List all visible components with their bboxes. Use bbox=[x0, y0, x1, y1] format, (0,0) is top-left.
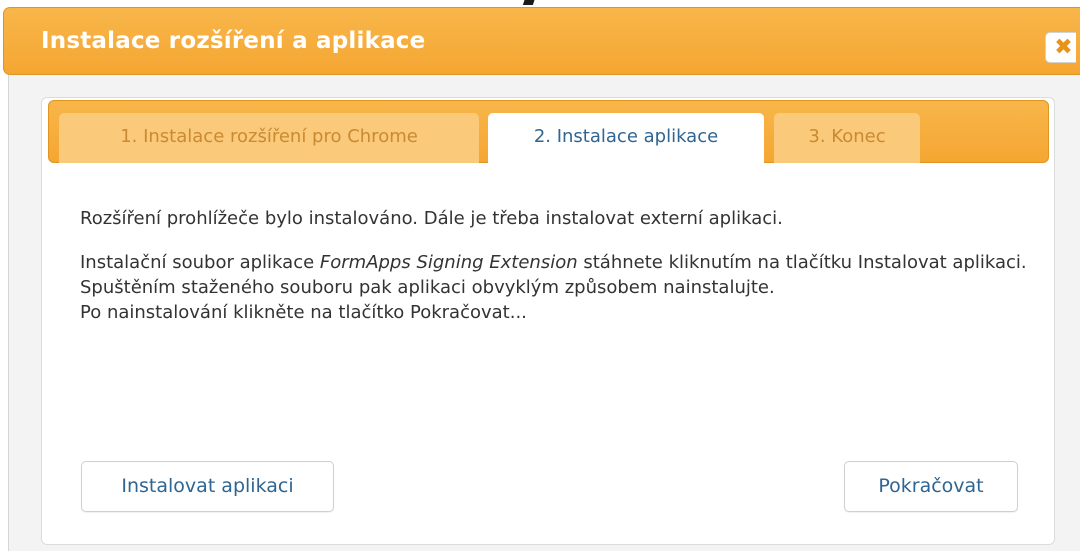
instructions-text: Rozšíření prohlížeče bylo instalováno. D… bbox=[80, 206, 1040, 325]
install-application-button[interactable]: Instalovat aplikaci bbox=[81, 461, 334, 512]
cropped-glyph-fragment bbox=[522, 0, 536, 5]
app-name: FormApps Signing Extension bbox=[319, 252, 578, 273]
tab-install-application[interactable]: 2. Instalace aplikace bbox=[488, 113, 764, 165]
wizard-tabs: 1. Instalace rozšíření pro Chrome 2. Ins… bbox=[48, 100, 1049, 165]
continue-instructions: Po nainstalování klikněte na tlačítko Po… bbox=[80, 302, 527, 323]
page: Instalace rozšíření a aplikace ✖ 1. Inst… bbox=[0, 0, 1080, 551]
close-button[interactable]: ✖ bbox=[1045, 32, 1076, 63]
download-instructions-prefix: Instalační soubor aplikace bbox=[80, 252, 320, 273]
continue-button[interactable]: Pokračovat bbox=[844, 461, 1018, 512]
dialog-title: Instalace rozšíření a aplikace bbox=[41, 28, 426, 54]
download-instructions: Instalační soubor aplikace FormApps Sign… bbox=[80, 250, 1040, 300]
close-icon: ✖ bbox=[1054, 35, 1073, 60]
tab-finish[interactable]: 3. Konec bbox=[774, 113, 920, 163]
content-panel: 1. Instalace rozšíření pro Chrome 2. Ins… bbox=[41, 97, 1055, 545]
dialog-titlebar: Instalace rozšíření a aplikace bbox=[3, 7, 1080, 75]
extension-installed-message: Rozšíření prohlížeče bylo instalováno. D… bbox=[80, 208, 783, 229]
tab-install-extension[interactable]: 1. Instalace rozšíření pro Chrome bbox=[59, 113, 479, 163]
